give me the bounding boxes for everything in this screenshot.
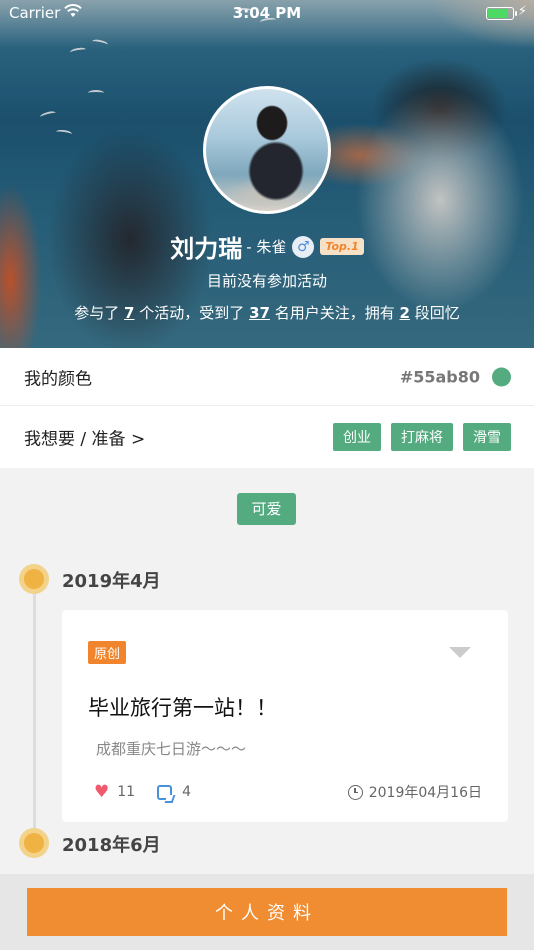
timeline-date: 2019年4月 (62, 571, 161, 592)
cover-bird (69, 46, 87, 56)
bottom-bar: 个人资料 (0, 874, 534, 950)
chevron-down-icon[interactable] (449, 647, 471, 658)
profile-stats: 参与了 7 个活动，受到了 37 名用户关注，拥有 2 段回忆 (0, 302, 534, 323)
my-color-label: 我的颜色 (24, 369, 92, 389)
want-tags: 创业 打麻将 滑雪 (333, 423, 511, 451)
want-tag[interactable]: 滑雪 (463, 423, 511, 451)
stats-text: 段回忆 (414, 304, 460, 322)
cover-bird (39, 110, 57, 120)
memory-title: 毕业旅行第一站！！ (88, 696, 277, 720)
followers-count[interactable]: 37 (249, 304, 270, 322)
activities-count[interactable]: 7 (124, 304, 134, 322)
memory-meta: ♥ 11 4 2019年04月16日 (94, 782, 482, 802)
profile-name: 刘力瑞 (170, 235, 243, 263)
memory-description: 成都重庆七日游～～～ (96, 740, 247, 758)
memories-count[interactable]: 2 (400, 304, 410, 322)
personality-tag[interactable]: 可爱 (237, 493, 296, 525)
clock-icon (347, 784, 363, 800)
stats-text: 参与了 (74, 304, 120, 322)
status-bar: Carrier 3:04 PM ⚡ (0, 0, 534, 28)
avatar[interactable] (203, 86, 331, 214)
color-code: #55ab80 (399, 367, 480, 386)
heart-icon[interactable]: ♥ (94, 782, 109, 802)
original-badge: 原创 (88, 641, 127, 664)
timeline-dot (19, 828, 49, 858)
memory-timestamp: 2019年04月16日 (368, 785, 482, 801)
cover-bird (88, 90, 104, 96)
stats-text: 名用户关注，拥有 (274, 304, 395, 322)
want-prepare-label: 我想要 / 准备 > (24, 429, 146, 450)
cover-bird (55, 128, 73, 138)
want-prepare-row[interactable]: 我想要 / 准备 > 创业 打麻将 滑雪 (0, 406, 534, 468)
memory-card[interactable]: 原创 毕业旅行第一站！！ 成都重庆七日游～～～ ♥ 11 4 2019年04月1… (62, 610, 508, 822)
timeline-dot (19, 564, 49, 594)
want-tag[interactable]: 打麻将 (391, 423, 453, 451)
comment-icon[interactable] (157, 784, 173, 800)
stats-text: 个活动，受到了 (139, 304, 245, 322)
want-tag[interactable]: 创业 (333, 423, 381, 451)
profile-name-line: 刘力瑞 - 朱雀 ♂ Top.1 (0, 229, 534, 264)
status-time: 3:04 PM (232, 4, 302, 22)
color-swatch (492, 367, 511, 386)
male-gender-icon: ♂ (292, 235, 315, 258)
comments-count: 4 (182, 784, 191, 800)
my-color-row[interactable]: 我的颜色 #55ab80 (0, 348, 534, 406)
timeline-date: 2018年6月 (62, 835, 161, 856)
timeline-line (33, 580, 36, 840)
battery-icon (486, 7, 517, 20)
likes-count: 11 (117, 784, 136, 800)
charging-bolt-icon: ⚡ (517, 4, 527, 19)
personal-profile-button[interactable]: 个人资料 (27, 888, 507, 936)
cover-bird (91, 38, 109, 48)
profile-alias: - 朱雀 (246, 238, 287, 256)
rank-badge: Top.1 (320, 238, 364, 255)
activity-status: 目前没有参加活动 (206, 272, 327, 290)
